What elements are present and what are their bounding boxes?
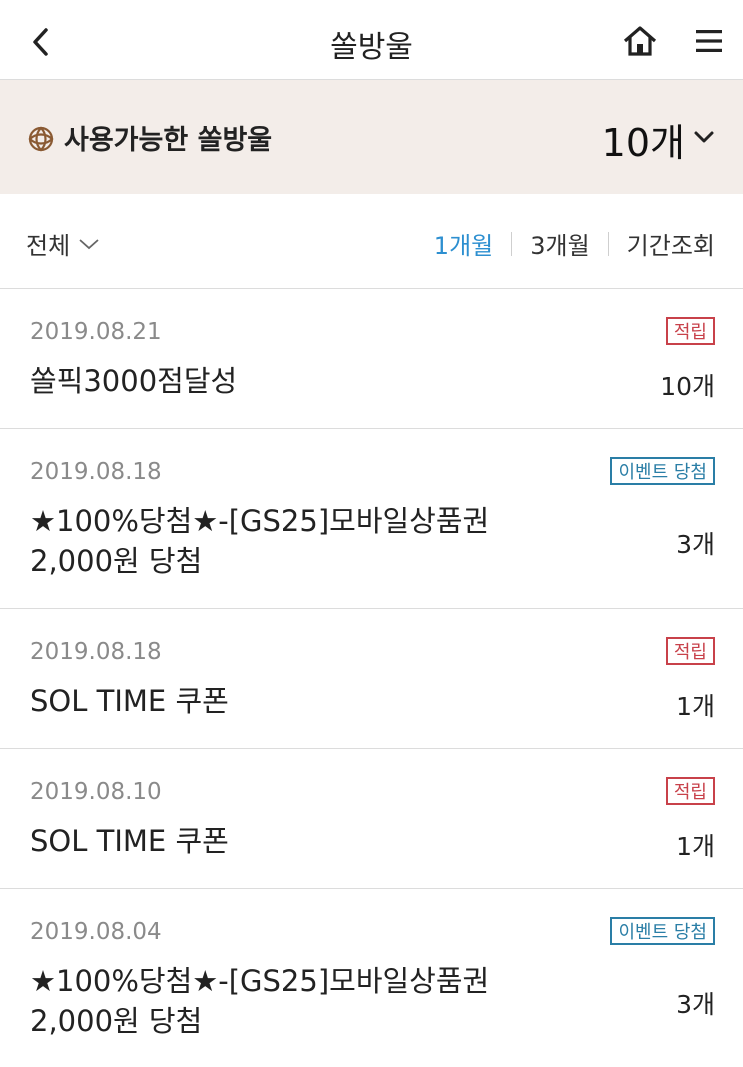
tab-period-search[interactable]: 기간조회 [627, 226, 715, 261]
item-date: 2019.08.10 [30, 779, 162, 805]
available-count: 10개 [601, 121, 685, 165]
item-name: SOL TIME 쿠폰 [30, 824, 229, 858]
divider [511, 231, 513, 256]
available-label: 사용가능한 쏠방울 [64, 125, 273, 156]
tab-3-months[interactable]: 3개월 [530, 226, 589, 261]
chevron-down-icon[interactable] [692, 126, 716, 148]
bell-icon [28, 126, 54, 152]
item-qty: 10개 [660, 372, 715, 401]
item-name: SOL TIME 쿠폰 [30, 684, 229, 718]
divider [607, 231, 609, 256]
status-badge: 적립 [665, 777, 715, 805]
tab-1-month[interactable]: 1개월 [434, 226, 493, 261]
item-date: 2019.08.04 [30, 919, 162, 945]
list-item[interactable]: 2019.08.18 이벤트 당첨 ★100%당첨★-[GS25]모바일상품권 … [0, 429, 743, 609]
category-dropdown[interactable]: 전체 [26, 226, 100, 261]
item-qty: 3개 [676, 990, 715, 1019]
period-tabs: 1개월 3개월 기간조회 [434, 226, 715, 261]
item-name: 쏠픽3000점달성 [30, 364, 238, 398]
menu-icon [696, 30, 722, 52]
list-item[interactable]: 2019.08.10 적립 SOL TIME 쿠폰 1개 [0, 749, 743, 889]
item-qty: 3개 [676, 530, 715, 559]
status-badge: 이벤트 당첨 [610, 917, 715, 945]
item-date: 2019.08.18 [30, 459, 162, 485]
status-badge: 이벤트 당첨 [610, 457, 715, 485]
list-item[interactable]: 2019.08.04 이벤트 당첨 ★100%당첨★-[GS25]모바일상품권 … [0, 889, 743, 1067]
item-name: ★100%당첨★-[GS25]모바일상품권 2,000원 당첨 [30, 504, 490, 578]
item-date: 2019.08.18 [30, 639, 162, 665]
item-qty: 1개 [676, 832, 715, 861]
status-badge: 적립 [665, 637, 715, 665]
available-summary[interactable]: 사용가능한 쏠방울 10개 [0, 80, 743, 194]
list-item[interactable]: 2019.08.18 적립 SOL TIME 쿠폰 1개 [0, 609, 743, 749]
list-item[interactable]: 2019.08.21 적립 쏠픽3000점달성 10개 [0, 289, 743, 429]
filter-bar: 전체 1개월 3개월 기간조회 [0, 194, 743, 289]
home-button[interactable] [622, 24, 658, 58]
menu-button[interactable] [694, 26, 724, 56]
app-header: 쏠방울 [0, 0, 743, 80]
status-badge: 적립 [665, 317, 715, 345]
category-label: 전체 [26, 232, 71, 260]
home-icon [623, 26, 657, 56]
item-qty: 1개 [676, 692, 715, 721]
chevron-down-icon [79, 238, 99, 249]
item-name: ★100%당첨★-[GS25]모바일상품권 2,000원 당첨 [30, 964, 490, 1038]
item-date: 2019.08.21 [30, 319, 162, 345]
